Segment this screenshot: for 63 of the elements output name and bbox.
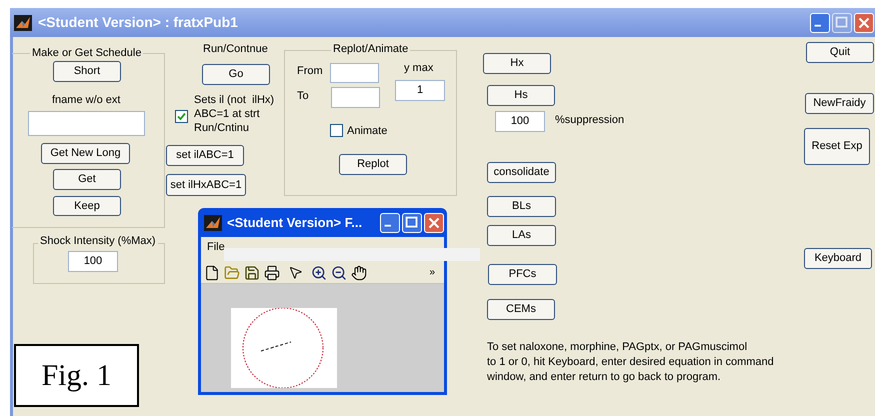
pan-icon[interactable] <box>351 264 367 280</box>
checkbox[interactable] <box>175 110 188 123</box>
checkbox-label: Animate <box>347 124 388 139</box>
checkbox[interactable] <box>330 124 343 137</box>
close-icon <box>858 16 870 28</box>
schedule-button[interactable]: Keep <box>53 196 121 216</box>
minimize-icon <box>384 224 391 226</box>
field-label: y max <box>404 61 434 76</box>
suppression-field[interactable]: 100 <box>495 111 545 132</box>
print-icon[interactable] <box>264 264 280 280</box>
shock-field[interactable]: 100 <box>68 251 118 272</box>
region-button[interactable]: BLs <box>487 196 556 217</box>
toolbar-overflow[interactable]: » <box>429 265 435 280</box>
minimize-icon <box>814 24 821 26</box>
section-title: Run/Contnue <box>203 42 268 57</box>
close-icon <box>428 216 440 228</box>
schedule-button[interactable]: Get <box>53 169 121 190</box>
ymax-field[interactable]: 1 <box>395 80 445 101</box>
action-button[interactable]: Reset Exp <box>804 128 870 165</box>
close-button[interactable] <box>854 12 874 32</box>
go-button[interactable]: Go <box>202 64 270 85</box>
set-button[interactable]: set ilHxABC=1 <box>166 174 246 196</box>
menu-item[interactable]: File <box>207 239 225 256</box>
field-label: From <box>297 64 323 79</box>
save-icon[interactable] <box>244 264 260 280</box>
close-button[interactable] <box>424 212 444 232</box>
region-button[interactable]: LAs <box>487 225 556 246</box>
hx-button[interactable]: Hx <box>483 53 551 74</box>
window-title: <Student Version> : fratxPub1 <box>38 13 238 32</box>
region-button[interactable]: CEMs <box>487 299 555 320</box>
minimize-button[interactable] <box>380 212 400 232</box>
figure-caption: Fig. 1 <box>14 344 139 407</box>
checkbox-label: Sets il (not ilHx) ABC=1 at strt Run/Cntinu <box>194 93 274 135</box>
to-field[interactable] <box>331 87 380 108</box>
window-title: <Student Version> F... <box>227 214 362 232</box>
panel-title: Shock Intensity (%Max) <box>38 234 158 248</box>
minimize-button[interactable] <box>810 12 830 32</box>
action-button[interactable]: Keyboard <box>804 248 872 269</box>
short-button[interactable]: Short <box>53 61 121 82</box>
action-button[interactable]: NewFraidy <box>805 93 874 114</box>
app-logo-icon <box>14 14 32 30</box>
field-label: fname w/o ext <box>52 93 120 108</box>
set-button[interactable]: set ilABC=1 <box>166 145 244 166</box>
schedule-button[interactable]: Get New Long <box>41 143 130 164</box>
pointer-icon[interactable] <box>288 265 303 280</box>
field-label: %suppression <box>555 113 624 128</box>
field-label: To <box>297 89 309 104</box>
zoom-in-icon[interactable] <box>311 264 327 280</box>
maximize-button[interactable] <box>402 212 422 232</box>
maximize-icon <box>406 216 418 227</box>
instructions-text: To set naloxone, morphine, PAGptx, or PAGmuscimol to 1 or 0, hit Keyboard, enter desired equation in command window, and enter return to go back to program. <box>487 340 774 385</box>
region-button[interactable]: consolidate <box>487 162 556 183</box>
region-button[interactable]: PFCs <box>488 264 557 285</box>
panel-title: Replot/Animate <box>331 42 410 56</box>
maximize-icon <box>836 16 848 27</box>
action-button[interactable]: Quit <box>806 42 874 63</box>
zoom-out-icon[interactable] <box>331 264 347 280</box>
hs-button[interactable]: Hs <box>487 85 555 106</box>
fname-field[interactable] <box>28 111 145 136</box>
new-file-icon[interactable] <box>204 264 220 280</box>
from-field[interactable] <box>330 63 379 83</box>
replot-button[interactable]: Replot <box>339 154 407 175</box>
app-logo-icon <box>204 214 222 230</box>
